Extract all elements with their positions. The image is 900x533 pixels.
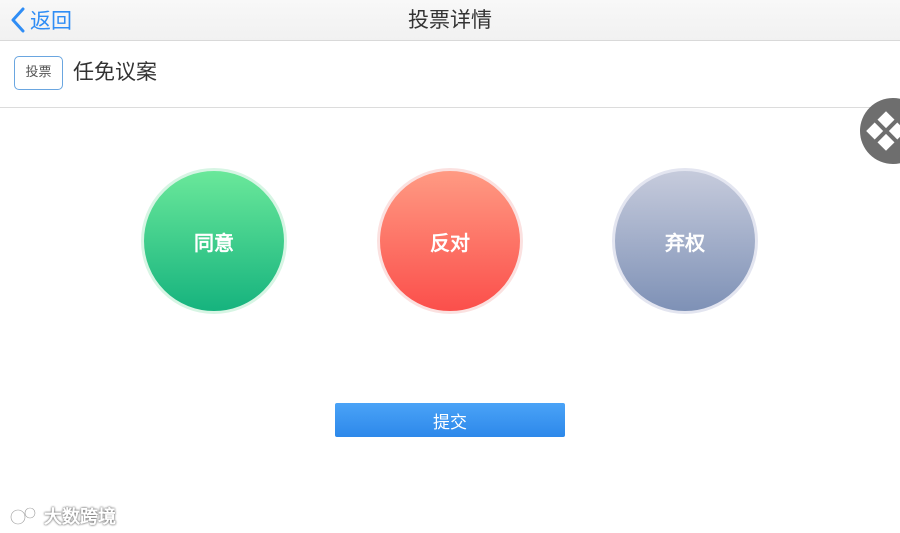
vote-option-abstain[interactable]: 弃权: [612, 168, 758, 314]
vote-option-agree[interactable]: 同意: [141, 168, 287, 314]
motion-header: 投票 任免议案: [0, 41, 900, 108]
watermark: 大数跨境: [8, 503, 116, 529]
motion-title: 任免议案: [73, 60, 157, 84]
nav-bar: 返回 投票详情: [0, 0, 900, 41]
page-title: 投票详情: [408, 8, 492, 32]
vote-option-label: 弃权: [665, 230, 705, 255]
vote-option-oppose[interactable]: 反对: [377, 168, 523, 314]
submit-button[interactable]: 提交: [335, 403, 565, 437]
watermark-text: 大数跨境: [44, 507, 116, 528]
vote-option-label: 同意: [194, 230, 234, 255]
watermark-logo-icon: [9, 506, 37, 526]
vote-option-label: 反对: [430, 230, 470, 255]
vote-type-badge: 投票: [14, 56, 63, 90]
diamond-grid-icon: [866, 111, 900, 151]
floating-assistive-button[interactable]: [860, 98, 900, 164]
